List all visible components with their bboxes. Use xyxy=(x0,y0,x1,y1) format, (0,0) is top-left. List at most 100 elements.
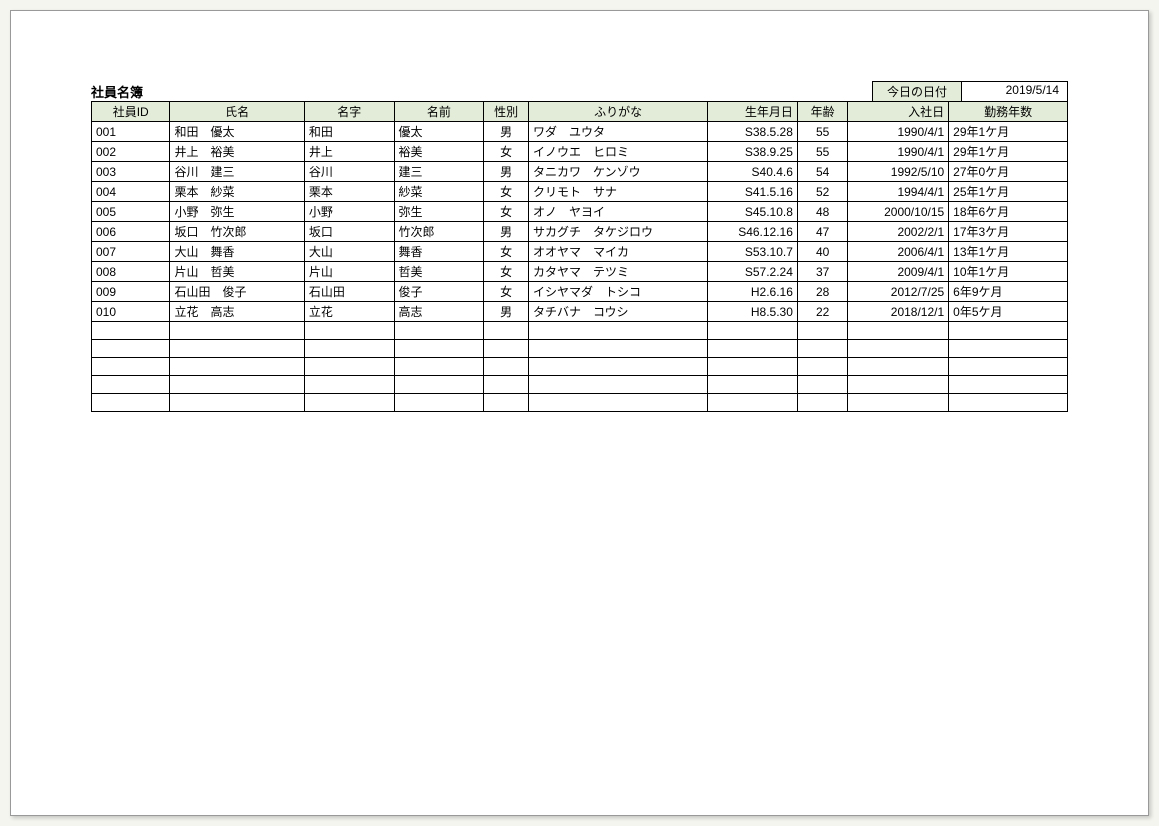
header-name: 氏名 xyxy=(170,102,304,122)
cell-empty xyxy=(708,340,798,358)
cell-hire: 1992/5/10 xyxy=(848,162,949,182)
cell-empty xyxy=(797,376,847,394)
cell-hire: 2009/4/1 xyxy=(848,262,949,282)
table-row-empty xyxy=(92,376,1068,394)
table-row: 001和田 優太和田優太男ワダ ユウタS38.5.28551990/4/129年… xyxy=(92,122,1068,142)
cell-hire: 2018/12/1 xyxy=(848,302,949,322)
cell-empty xyxy=(848,394,949,412)
cell-empty xyxy=(394,322,484,340)
cell-age: 54 xyxy=(797,162,847,182)
cell-hire: 2006/4/1 xyxy=(848,242,949,262)
cell-furigana: オノ ヤヨイ xyxy=(528,202,707,222)
cell-given: 哲美 xyxy=(394,262,484,282)
cell-name: 小野 弥生 xyxy=(170,202,304,222)
cell-age: 48 xyxy=(797,202,847,222)
header-row: 社員名簿 今日の日付 2019/5/14 xyxy=(91,81,1068,101)
cell-dob: S38.5.28 xyxy=(708,122,798,142)
cell-dob: S57.2.24 xyxy=(708,262,798,282)
cell-empty xyxy=(484,394,529,412)
cell-dob: S40.4.6 xyxy=(708,162,798,182)
cell-empty xyxy=(170,358,304,376)
cell-given: 裕美 xyxy=(394,142,484,162)
page-title: 社員名簿 xyxy=(91,82,872,101)
cell-tenure: 25年1ケ月 xyxy=(949,182,1068,202)
cell-surname: 小野 xyxy=(304,202,394,222)
cell-furigana: ワダ ユウタ xyxy=(528,122,707,142)
cell-name: 谷川 建三 xyxy=(170,162,304,182)
table-row: 006坂口 竹次郎坂口竹次郎男サカグチ タケジロウS46.12.16472002… xyxy=(92,222,1068,242)
cell-empty xyxy=(848,340,949,358)
cell-given: 舞香 xyxy=(394,242,484,262)
cell-gender: 男 xyxy=(484,162,529,182)
cell-given: 優太 xyxy=(394,122,484,142)
cell-empty xyxy=(92,358,170,376)
cell-empty xyxy=(708,394,798,412)
cell-surname: 立花 xyxy=(304,302,394,322)
cell-given: 俊子 xyxy=(394,282,484,302)
cell-furigana: イノウエ ヒロミ xyxy=(528,142,707,162)
header-id: 社員ID xyxy=(92,102,170,122)
cell-empty xyxy=(170,376,304,394)
cell-empty xyxy=(92,322,170,340)
cell-empty xyxy=(92,394,170,412)
cell-gender: 女 xyxy=(484,142,529,162)
cell-gender: 女 xyxy=(484,282,529,302)
today-date-label: 今日の日付 xyxy=(872,81,962,101)
cell-id: 008 xyxy=(92,262,170,282)
cell-empty xyxy=(949,376,1068,394)
cell-furigana: サカグチ タケジロウ xyxy=(528,222,707,242)
cell-gender: 男 xyxy=(484,222,529,242)
cell-name: 坂口 竹次郎 xyxy=(170,222,304,242)
cell-given: 建三 xyxy=(394,162,484,182)
document-page: 社員名簿 今日の日付 2019/5/14 社員ID 氏名 名字 名前 性別 ふり… xyxy=(10,10,1149,816)
cell-empty xyxy=(394,358,484,376)
today-date-box: 今日の日付 2019/5/14 xyxy=(872,81,1068,101)
table-row: 005小野 弥生小野弥生女オノ ヤヨイS45.10.8482000/10/151… xyxy=(92,202,1068,222)
cell-name: 井上 裕美 xyxy=(170,142,304,162)
cell-empty xyxy=(949,358,1068,376)
cell-given: 高志 xyxy=(394,302,484,322)
header-dob: 生年月日 xyxy=(708,102,798,122)
cell-empty xyxy=(949,322,1068,340)
cell-surname: 栗本 xyxy=(304,182,394,202)
table-row: 002井上 裕美井上裕美女イノウエ ヒロミS38.9.25551990/4/12… xyxy=(92,142,1068,162)
cell-gender: 男 xyxy=(484,302,529,322)
table-body: 001和田 優太和田優太男ワダ ユウタS38.5.28551990/4/129年… xyxy=(92,122,1068,412)
table-row: 004栗本 紗菜栗本紗菜女クリモト サナS41.5.16521994/4/125… xyxy=(92,182,1068,202)
cell-empty xyxy=(484,376,529,394)
cell-given: 弥生 xyxy=(394,202,484,222)
cell-tenure: 0年5ケ月 xyxy=(949,302,1068,322)
cell-dob: S41.5.16 xyxy=(708,182,798,202)
table-row: 009石山田 俊子石山田俊子女イシヤマダ トシコH2.6.16282012/7/… xyxy=(92,282,1068,302)
cell-tenure: 29年1ケ月 xyxy=(949,142,1068,162)
cell-furigana: タチバナ コウシ xyxy=(528,302,707,322)
cell-dob: S46.12.16 xyxy=(708,222,798,242)
cell-empty xyxy=(528,394,707,412)
cell-surname: 片山 xyxy=(304,262,394,282)
cell-empty xyxy=(484,358,529,376)
cell-empty xyxy=(949,394,1068,412)
cell-furigana: タニカワ ケンゾウ xyxy=(528,162,707,182)
cell-id: 003 xyxy=(92,162,170,182)
cell-empty xyxy=(304,340,394,358)
cell-hire: 2012/7/25 xyxy=(848,282,949,302)
cell-age: 28 xyxy=(797,282,847,302)
header-surname: 名字 xyxy=(304,102,394,122)
cell-empty xyxy=(394,376,484,394)
cell-name: 片山 哲美 xyxy=(170,262,304,282)
cell-age: 40 xyxy=(797,242,847,262)
cell-tenure: 13年1ケ月 xyxy=(949,242,1068,262)
cell-empty xyxy=(394,340,484,358)
table-row: 003谷川 建三谷川建三男タニカワ ケンゾウS40.4.6541992/5/10… xyxy=(92,162,1068,182)
cell-dob: H2.6.16 xyxy=(708,282,798,302)
cell-empty xyxy=(170,322,304,340)
cell-given: 竹次郎 xyxy=(394,222,484,242)
cell-empty xyxy=(92,340,170,358)
cell-empty xyxy=(797,394,847,412)
cell-id: 002 xyxy=(92,142,170,162)
table-row-empty xyxy=(92,322,1068,340)
header-age: 年齢 xyxy=(797,102,847,122)
cell-gender: 女 xyxy=(484,242,529,262)
cell-empty xyxy=(484,340,529,358)
cell-hire: 2002/2/1 xyxy=(848,222,949,242)
